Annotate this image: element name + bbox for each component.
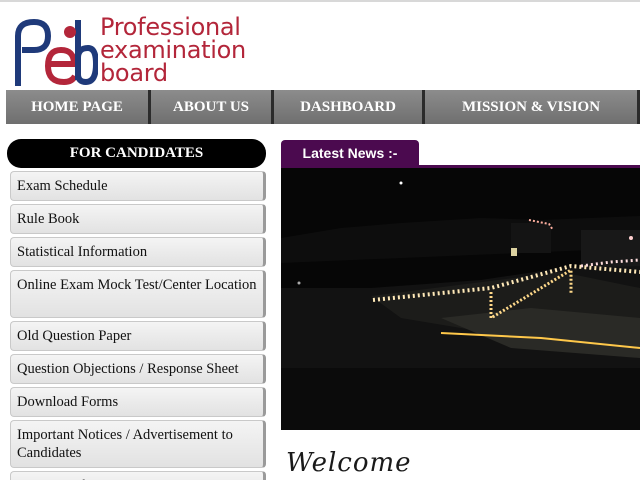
sidebar-item-old-question-paper[interactable]: Old Question Paper [10,321,266,351]
nav-about[interactable]: ABOUT US [151,90,274,124]
welcome-heading: Welcome [286,448,412,478]
sidebar-item-mock-test[interactable]: Online Exam Mock Test/Center Location [10,270,266,318]
candidates-sidebar: FOR CANDIDATES Exam Schedule Rule Book S… [7,139,266,480]
nav-home[interactable]: HOME PAGE [6,90,151,124]
sidebar-item-rule-book[interactable]: Rule Book [10,204,266,234]
nav-dashboard[interactable]: DASHBOARD [274,90,425,124]
sidebar-title: FOR CANDIDATES [7,139,266,168]
peb-logo-mark [15,18,98,86]
latest-news-tab[interactable]: Latest News :- [281,140,419,165]
sidebar-item-statistical-information[interactable]: Statistical Information [10,237,266,267]
nav-mission-vision[interactable]: MISSION & VISION [425,90,640,124]
sidebar-item-exam-schedule[interactable]: Exam Schedule [10,171,266,201]
main-nav: HOME PAGE ABOUT US DASHBOARD MISSION & V… [6,90,640,124]
sidebar-item-right-to-information[interactable]: Right to Information [10,471,266,480]
logo-wordmark: Professional examination board [100,15,246,87]
sidebar-item-important-notices[interactable]: Important Notices / Advertisement to Can… [10,420,266,468]
night-building-photo [281,168,640,430]
sidebar-item-download-forms[interactable]: Download Forms [10,387,266,417]
sidebar-item-objections-response[interactable]: Question Objections / Response Sheet [10,354,266,384]
peb-logo[interactable]: Professional examination board [12,14,252,88]
logo-line-3: board [100,59,168,87]
top-rule [0,0,640,2]
